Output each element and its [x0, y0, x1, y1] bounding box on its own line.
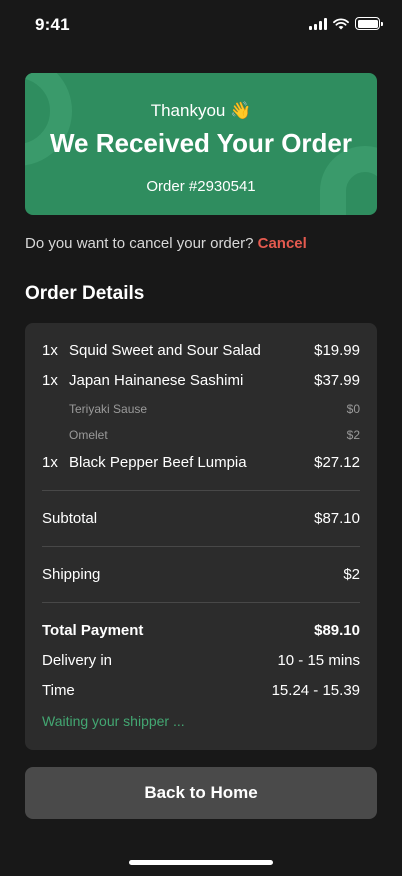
item-name: Black Pepper Beef Lumpia: [69, 454, 247, 471]
addon-item: Omelet $2: [42, 428, 360, 442]
shipper-status: Waiting your shipper ...: [42, 713, 185, 729]
divider: [42, 602, 360, 603]
item-qty: 1x: [42, 372, 58, 389]
total-value: $89.10: [314, 622, 360, 639]
cancel-order-link[interactable]: Cancel: [258, 235, 307, 252]
item-name: Squid Sweet and Sour Salad: [69, 342, 261, 359]
wifi-icon: [333, 17, 349, 29]
addon-name: Omelet: [69, 428, 108, 442]
banner-title: We Received Your Order: [49, 128, 352, 158]
delivery-row: Delivery in 10 - 15 mins: [42, 652, 360, 669]
item-name: Japan Hainanese Sashimi: [69, 372, 244, 389]
battery-icon: [355, 17, 383, 30]
divider: [42, 546, 360, 547]
delivery-value: 10 - 15 mins: [277, 652, 360, 669]
item-price: $27.12: [314, 454, 360, 471]
addon-name: Teriyaki Sause: [69, 402, 148, 416]
time-label: Time: [42, 682, 75, 699]
time-row: Time 15.24 - 15.39: [42, 682, 360, 699]
status-icons: [309, 17, 383, 30]
item-qty: 1x: [42, 454, 58, 471]
subtotal-row: Subtotal $87.10: [42, 510, 360, 527]
subtotal-label: Subtotal: [42, 510, 98, 527]
addon-price: $0: [346, 402, 360, 416]
delivery-label: Delivery in: [42, 652, 113, 669]
list-item: 1x Squid Sweet and Sour Salad $19.99: [42, 342, 360, 359]
status-time: 9:41: [35, 15, 70, 34]
divider: [42, 490, 360, 491]
list-item: 1x Japan Hainanese Sashimi $37.99: [42, 372, 360, 389]
home-indicator[interactable]: [129, 860, 273, 865]
order-details-title: Order Details: [25, 283, 145, 304]
total-label: Total Payment: [42, 622, 144, 639]
list-item: 1x Black Pepper Beef Lumpia $27.12: [42, 454, 360, 471]
cellular-signal-icon: [309, 17, 327, 30]
thankyou-text: Thankyou 👋: [150, 101, 252, 120]
order-number: Order #2930541: [146, 178, 256, 195]
item-price: $19.99: [314, 342, 360, 359]
order-details-card: 1x Squid Sweet and Sour Salad $19.99 1x …: [25, 323, 377, 750]
subtotal-value: $87.10: [314, 510, 360, 527]
item-qty: 1x: [42, 342, 58, 359]
addon-price: $2: [346, 428, 360, 442]
back-to-home-button[interactable]: Back to Home: [25, 767, 377, 819]
addon-item: Teriyaki Sause $0: [42, 402, 360, 416]
cancel-question: Do you want to cancel your order?: [25, 235, 258, 252]
cancel-prompt: Do you want to cancel your order? Cancel: [25, 235, 307, 252]
order-confirmation-banner: Thankyou 👋 We Received Your Order Order …: [25, 73, 377, 215]
shipping-row: Shipping $2: [42, 566, 360, 583]
shipping-label: Shipping: [42, 566, 101, 583]
shipping-value: $2: [343, 566, 360, 583]
total-row: Total Payment $89.10: [42, 622, 360, 639]
item-price: $37.99: [314, 372, 360, 389]
status-bar: 9:41: [0, 0, 402, 50]
time-value: 15.24 - 15.39: [271, 682, 360, 699]
